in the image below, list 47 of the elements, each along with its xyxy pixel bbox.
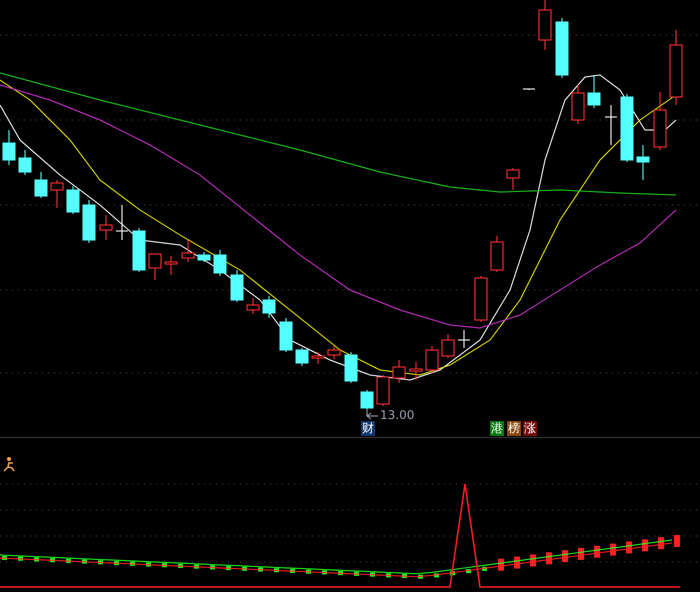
candlestick bbox=[604, 104, 618, 146]
candlestick bbox=[116, 204, 128, 240]
candlestick bbox=[556, 18, 568, 78]
news-tag[interactable]: 港 bbox=[490, 421, 504, 436]
candlestick bbox=[490, 236, 504, 272]
candlestick bbox=[360, 390, 374, 410]
candlestick bbox=[164, 256, 178, 276]
candlestick bbox=[66, 186, 80, 214]
candlestick bbox=[132, 228, 146, 272]
candlestick bbox=[18, 150, 32, 176]
candlestick bbox=[198, 252, 210, 262]
candlestick bbox=[376, 374, 390, 406]
news-tag[interactable]: 涨 bbox=[523, 421, 537, 436]
candlestick bbox=[50, 180, 64, 208]
candlestick bbox=[214, 250, 226, 276]
candlestick bbox=[588, 74, 600, 108]
candlestick bbox=[2, 130, 16, 166]
candlestick bbox=[458, 330, 470, 348]
candlestick bbox=[312, 352, 324, 364]
candlestick bbox=[410, 362, 422, 380]
candlestick bbox=[636, 144, 650, 180]
candlestick bbox=[280, 318, 292, 352]
candlestick bbox=[506, 168, 520, 190]
low-price-label: 13.00 bbox=[380, 408, 414, 422]
arrow-icon bbox=[366, 408, 378, 420]
candlestick bbox=[572, 84, 584, 124]
candlestick bbox=[392, 360, 406, 384]
news-tag[interactable]: 财 bbox=[361, 421, 375, 436]
candlestick bbox=[344, 352, 358, 384]
candlestick bbox=[182, 240, 194, 262]
candlestick bbox=[296, 348, 308, 366]
candlestick bbox=[100, 214, 112, 240]
candlestick bbox=[148, 254, 162, 280]
candlestick bbox=[230, 270, 244, 302]
candlestick bbox=[522, 88, 536, 90]
news-tag[interactable]: 榜 bbox=[507, 421, 521, 436]
candlestick bbox=[246, 298, 260, 314]
candlestick bbox=[442, 334, 454, 358]
candlestick bbox=[82, 200, 96, 244]
candlestick bbox=[654, 92, 666, 150]
candlestick bbox=[620, 94, 634, 162]
candlestick bbox=[328, 346, 340, 360]
candlestick bbox=[34, 172, 48, 198]
candlestick bbox=[262, 296, 276, 318]
running-figure-icon bbox=[3, 457, 15, 472]
candlestick bbox=[426, 346, 438, 374]
candlestick bbox=[474, 276, 488, 322]
